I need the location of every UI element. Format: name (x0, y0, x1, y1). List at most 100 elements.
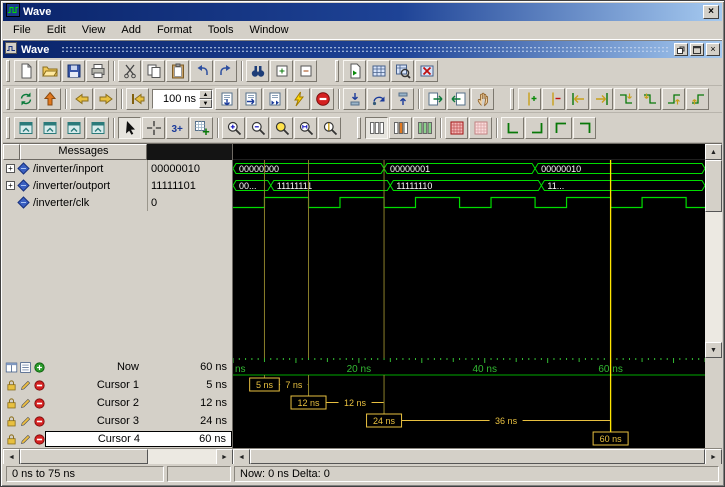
cursor-row[interactable]: Cursor 212 ns (3, 394, 232, 412)
cursor-row[interactable]: Cursor 460 ns (3, 430, 232, 448)
menu-file[interactable]: File (5, 22, 39, 39)
undock-button[interactable] (674, 43, 688, 56)
toolbar-grip[interactable] (6, 117, 10, 139)
expand-hierarchy-button[interactable] (270, 60, 293, 82)
cut-button[interactable] (118, 60, 141, 82)
timeline-canvas[interactable]: ns20 ns40 ns60 ns7 ns12 ns36 ns5 ns12 ns… (233, 358, 705, 448)
signal-row[interactable]: +/inverter/inport00000010 (3, 160, 232, 177)
names-horizontal-scrollbar[interactable]: ◄ ► (3, 449, 233, 465)
waveform-canvas[interactable]: 00000000000000010000001000...11111111111… (233, 160, 705, 358)
cursor-name[interactable]: Cursor 4 (46, 433, 146, 445)
combine-signals-button[interactable]: 3+ (166, 117, 189, 139)
vertical-scroll-thumb[interactable] (705, 160, 722, 212)
cursor-row-body[interactable]: Cursor 324 ns (45, 413, 232, 429)
run-all-button[interactable] (263, 88, 286, 110)
window-titlebar[interactable]: Wave × (3, 3, 722, 21)
menu-window[interactable]: Window (241, 22, 296, 39)
header-blank-cell[interactable] (3, 144, 20, 160)
lock-cursor-button[interactable] (5, 379, 18, 392)
menu-edit[interactable]: Edit (39, 22, 74, 39)
zoom-full-button[interactable] (270, 117, 293, 139)
next-rising-edge-button[interactable] (686, 88, 709, 110)
names-scroll-thumb[interactable] (20, 449, 148, 464)
signal-row[interactable]: /inverter/clk0 (3, 194, 232, 211)
new-file-button[interactable] (14, 60, 37, 82)
edit-cursor-button[interactable] (19, 415, 32, 428)
menu-view[interactable]: View (74, 22, 114, 39)
spin-up-button[interactable]: ▲ (199, 90, 212, 99)
signal-name-cell[interactable]: +/inverter/outport (3, 177, 147, 194)
toolbar-grip[interactable] (6, 88, 10, 110)
titlebar-grip[interactable] (61, 46, 668, 53)
maximize-button[interactable] (690, 43, 704, 56)
names-scroll-track[interactable] (20, 449, 216, 465)
simulate-button[interactable] (391, 60, 414, 82)
scroll-down-button[interactable]: ▼ (705, 342, 722, 358)
show-readers-button[interactable] (447, 88, 470, 110)
collapse-time-left-button[interactable] (549, 117, 572, 139)
virtual-signal-button[interactable] (190, 117, 213, 139)
toolbar-grip[interactable] (357, 117, 361, 139)
cursor-name[interactable]: Now (45, 361, 145, 373)
cursor-row-body[interactable]: Cursor 460 ns (45, 431, 232, 447)
stop-button[interactable] (311, 88, 334, 110)
end-simulation-button[interactable] (415, 60, 438, 82)
delete-cursor-button[interactable] (542, 88, 565, 110)
columns-orange-button[interactable] (389, 117, 412, 139)
expand-time-left-button[interactable] (501, 117, 524, 139)
step-over-button[interactable] (367, 88, 390, 110)
insert-cursor-button[interactable] (518, 88, 541, 110)
edit-mode-button[interactable] (142, 117, 165, 139)
next-falling-edge-button[interactable] (638, 88, 661, 110)
select-mode-button[interactable] (118, 117, 141, 139)
add-to-log-button[interactable] (62, 117, 85, 139)
print-button[interactable] (86, 60, 109, 82)
run-length-stepper[interactable]: 100 ns▲▼ (152, 89, 213, 109)
cursor-name[interactable]: Cursor 1 (45, 379, 145, 391)
compile-all-button[interactable] (367, 60, 390, 82)
wave-horizontal-scrollbar[interactable]: ◄ ► (233, 449, 722, 465)
now-row[interactable]: Now60 ns (3, 358, 232, 376)
columns-default-button[interactable] (365, 117, 388, 139)
collapse-time-right-button[interactable] (573, 117, 596, 139)
lock-cursor-button[interactable] (5, 415, 18, 428)
forward-button[interactable] (94, 88, 117, 110)
zoom-cursor-button[interactable] (318, 117, 341, 139)
list-view-button[interactable] (19, 361, 32, 374)
edit-cursor-button[interactable] (19, 433, 32, 446)
expand-toggle[interactable]: + (6, 181, 15, 190)
inner-titlebar[interactable]: Wave × (3, 41, 722, 58)
names-scroll-left-button[interactable]: ◄ (3, 449, 20, 465)
cursor-name[interactable]: Cursor 3 (45, 415, 145, 427)
edit-cursor-button[interactable] (19, 379, 32, 392)
show-drivers-button[interactable] (423, 88, 446, 110)
compile-button[interactable] (343, 60, 366, 82)
step-out-button[interactable] (391, 88, 414, 110)
menu-add[interactable]: Add (113, 22, 149, 39)
menu-format[interactable]: Format (149, 22, 200, 39)
wave-scroll-thumb[interactable] (250, 449, 705, 464)
add-to-wave-button[interactable] (14, 117, 37, 139)
pan-hand-button[interactable] (471, 88, 494, 110)
wave-scroll-right-button[interactable]: ► (705, 449, 722, 465)
run-button[interactable] (215, 88, 238, 110)
restart-button[interactable] (126, 88, 149, 110)
cursor-row-body[interactable]: Now60 ns (45, 359, 232, 375)
previous-transition-button[interactable] (566, 88, 589, 110)
toolbar-grip[interactable] (6, 60, 10, 82)
cursor-row[interactable]: Cursor 324 ns (3, 412, 232, 430)
lock-cursor-button[interactable] (5, 397, 18, 410)
signal-row[interactable]: +/inverter/outport11111101 (3, 177, 232, 194)
names-scroll-right-button[interactable]: ► (216, 449, 233, 465)
wave-scroll-track[interactable] (250, 449, 705, 465)
environment-up-button[interactable] (38, 88, 61, 110)
next-transition-button[interactable] (590, 88, 613, 110)
scroll-up-button[interactable]: ▲ (705, 144, 722, 160)
copy-button[interactable] (142, 60, 165, 82)
previous-falling-edge-button[interactable] (614, 88, 637, 110)
messages-column-header[interactable]: Messages (20, 144, 147, 160)
zoom-range-button[interactable] (294, 117, 317, 139)
menu-tools[interactable]: Tools (200, 22, 242, 39)
cursor-row-body[interactable]: Cursor 212 ns (45, 395, 232, 411)
compare-pink-button[interactable] (469, 117, 492, 139)
